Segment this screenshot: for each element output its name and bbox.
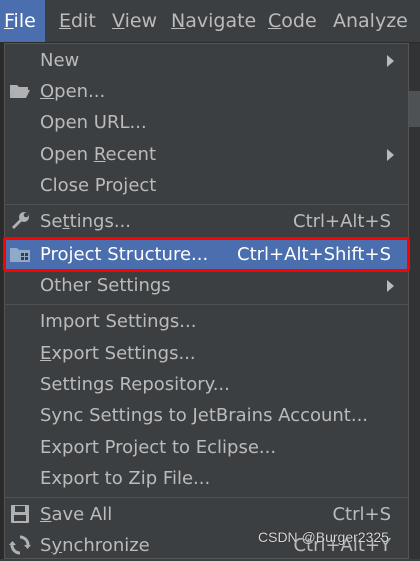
sync-icon bbox=[9, 534, 31, 556]
menu-item-import-settings[interactable]: Import Settings... bbox=[5, 306, 408, 337]
open-label-rest: pen... bbox=[54, 81, 106, 102]
menu-code-mnemonic: C bbox=[268, 10, 282, 32]
menu-navigate[interactable]: Navigate bbox=[167, 0, 260, 42]
save-all-shortcut: Ctrl+S bbox=[332, 504, 391, 525]
menu-item-new-label: New bbox=[40, 50, 80, 71]
editor-edge-right bbox=[409, 43, 420, 91]
menu-file-mnemonic: F bbox=[4, 10, 14, 32]
save-all-rest: ave All bbox=[51, 504, 113, 525]
menu-analyze-label: Analyze bbox=[333, 10, 408, 32]
menu-edit-label: dit bbox=[71, 10, 96, 32]
menu-item-export-settings-label: Export Settings... bbox=[40, 338, 196, 369]
settings-shortcut: Ctrl+Alt+S bbox=[293, 211, 391, 232]
menu-item-settings-repository[interactable]: Settings Repository... bbox=[5, 369, 408, 400]
export-settings-rest: xport Settings... bbox=[51, 343, 196, 364]
menu-file-label: ile bbox=[13, 10, 36, 32]
open-recent-rest: ecent bbox=[105, 144, 157, 165]
menu-item-save-all[interactable]: Save All Ctrl+S bbox=[5, 499, 408, 530]
menu-item-export-eclipse-label: Export Project to Eclipse... bbox=[40, 437, 277, 458]
open-mnemonic: O bbox=[40, 81, 55, 102]
export-settings-mnemonic: E bbox=[40, 343, 52, 364]
menu-separator bbox=[5, 497, 408, 498]
menu-item-close-project-label: Close Project bbox=[40, 175, 157, 196]
save-all-mnemonic: S bbox=[40, 504, 52, 525]
open-recent-mnemonic: R bbox=[93, 144, 106, 165]
file-menu-dropdown: New Open... Open URL... Open Recent Clos… bbox=[3, 43, 410, 561]
editor-edge-right-lower bbox=[409, 127, 420, 559]
menu-item-settings[interactable]: Settings... Ctrl+Alt+S bbox=[5, 206, 408, 237]
menu-item-synchronize-label: Synchronize bbox=[40, 530, 150, 561]
submenu-arrow-icon bbox=[387, 149, 394, 161]
menu-item-open-url-label: Open URL... bbox=[40, 112, 147, 133]
menu-item-open-recent-label: Open Recent bbox=[40, 139, 156, 170]
menu-item-open-url[interactable]: Open URL... bbox=[5, 107, 408, 138]
save-icon bbox=[9, 503, 31, 525]
wrench-icon bbox=[9, 210, 31, 232]
menu-item-close-project[interactable]: Close Project bbox=[5, 170, 408, 201]
highlight-box bbox=[3, 237, 410, 272]
submenu-arrow-icon bbox=[387, 55, 394, 67]
menu-view[interactable]: View bbox=[108, 0, 161, 42]
submenu-arrow-icon bbox=[387, 280, 394, 292]
menu-item-project-structure[interactable]: Project Structure... Ctrl+Alt+Shift+S bbox=[3, 237, 410, 272]
menu-separator bbox=[5, 304, 408, 305]
open-recent-pre: Open bbox=[40, 144, 94, 165]
watermark: CSDN @Burger2325 bbox=[258, 529, 389, 545]
menu-item-export-zip-label: Export to Zip File... bbox=[40, 468, 211, 489]
menu-item-sync-settings-label: Sync Settings to JetBrains Account... bbox=[40, 405, 369, 426]
menu-item-open-label: Open... bbox=[40, 76, 105, 107]
menu-view-mnemonic: V bbox=[112, 10, 125, 32]
menu-item-settings-repository-label: Settings Repository... bbox=[40, 374, 230, 395]
menu-item-export-zip[interactable]: Export to Zip File... bbox=[5, 463, 408, 494]
menu-edit-mnemonic: E bbox=[59, 10, 72, 32]
menu-item-new[interactable]: New bbox=[5, 45, 408, 76]
menu-item-sync-settings[interactable]: Sync Settings to JetBrains Account... bbox=[5, 400, 408, 431]
synchronize-mnemonic: y bbox=[51, 535, 63, 556]
synchronize-pre: S bbox=[40, 535, 52, 556]
menu-view-label: iew bbox=[124, 10, 158, 32]
menu-item-export-eclipse[interactable]: Export Project to Eclipse... bbox=[5, 432, 408, 463]
menu-item-other-settings-label: Other Settings bbox=[40, 275, 171, 296]
menu-analyze[interactable]: Analyze bbox=[329, 0, 412, 42]
settings-pre: Se bbox=[40, 211, 63, 232]
menu-navigate-label: avigate bbox=[185, 10, 257, 32]
menu-item-settings-label: Settings... bbox=[40, 206, 131, 237]
menu-item-export-settings[interactable]: Export Settings... bbox=[5, 338, 408, 369]
menu-file[interactable]: File bbox=[0, 0, 45, 42]
menu-item-save-all-label: Save All bbox=[40, 499, 112, 530]
menu-code[interactable]: Code bbox=[264, 0, 321, 42]
settings-mnemonic: t bbox=[62, 211, 70, 232]
menu-item-import-settings-label: Import Settings... bbox=[40, 311, 197, 332]
menu-item-open-recent[interactable]: Open Recent bbox=[5, 139, 408, 170]
menu-item-other-settings[interactable]: Other Settings bbox=[5, 270, 408, 301]
menu-navigate-mnemonic: N bbox=[171, 10, 186, 32]
menu-code-label: ode bbox=[281, 10, 317, 32]
menu-bar: File Edit View Navigate Code Analyze bbox=[0, 0, 420, 43]
settings-rest: tings... bbox=[69, 211, 131, 232]
menu-separator bbox=[5, 204, 408, 205]
folder-open-icon bbox=[9, 80, 31, 102]
synchronize-rest: nchronize bbox=[62, 535, 150, 556]
editor-tab-edge bbox=[409, 91, 420, 127]
menu-item-open[interactable]: Open... bbox=[5, 76, 408, 107]
menu-edit[interactable]: Edit bbox=[55, 0, 100, 42]
